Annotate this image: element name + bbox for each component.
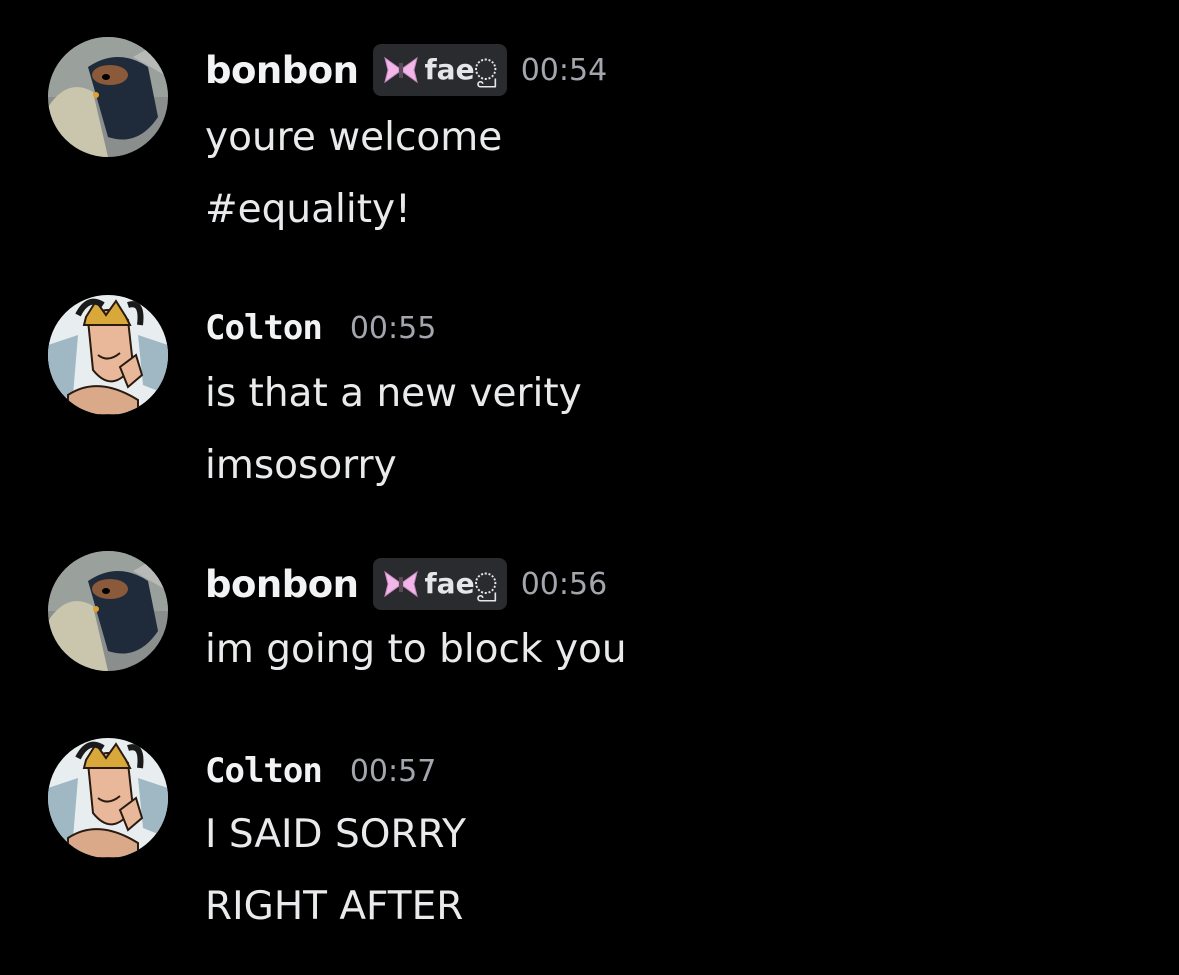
message-header: bonbon faeු 00:54 xyxy=(205,40,607,100)
avatar-bonbon[interactable] xyxy=(48,551,168,671)
server-tag[interactable]: faeු xyxy=(372,44,507,96)
username[interactable]: Colton xyxy=(205,308,323,348)
server-tag[interactable]: faeු xyxy=(372,558,507,610)
message-header: Colton 00:57 xyxy=(205,741,436,801)
chat-message-list[interactable]: bonbon faeු 00:54 youre welcome #equalit… xyxy=(0,0,1179,975)
avatar-colton[interactable] xyxy=(48,295,168,415)
message-header: bonbon faeු 00:56 xyxy=(205,554,607,614)
message-text: youre welcome xyxy=(205,115,503,160)
username[interactable]: Colton xyxy=(205,751,323,791)
timestamp: 00:56 xyxy=(520,566,608,602)
message-text: #equality! xyxy=(205,187,411,232)
butterfly-icon xyxy=(383,570,418,598)
timestamp: 00:55 xyxy=(349,310,437,346)
avatar-bonbon[interactable] xyxy=(48,37,168,157)
server-tag-label: faeු xyxy=(424,567,497,600)
message-text: im going to block you xyxy=(205,627,627,672)
message-text: is that a new verity xyxy=(205,371,582,416)
timestamp: 00:57 xyxy=(349,753,437,789)
message-text: imsosorry xyxy=(205,443,397,488)
message-text: I SAID SORRY xyxy=(205,812,466,857)
message-text: RIGHT AFTER xyxy=(205,884,464,929)
message-header: Colton 00:55 xyxy=(205,298,436,358)
server-tag-label: faeු xyxy=(424,53,497,86)
timestamp: 00:54 xyxy=(520,52,608,88)
avatar-colton[interactable] xyxy=(48,738,168,858)
butterfly-icon xyxy=(383,56,418,84)
username[interactable]: bonbon xyxy=(205,49,359,92)
username[interactable]: bonbon xyxy=(205,563,359,606)
